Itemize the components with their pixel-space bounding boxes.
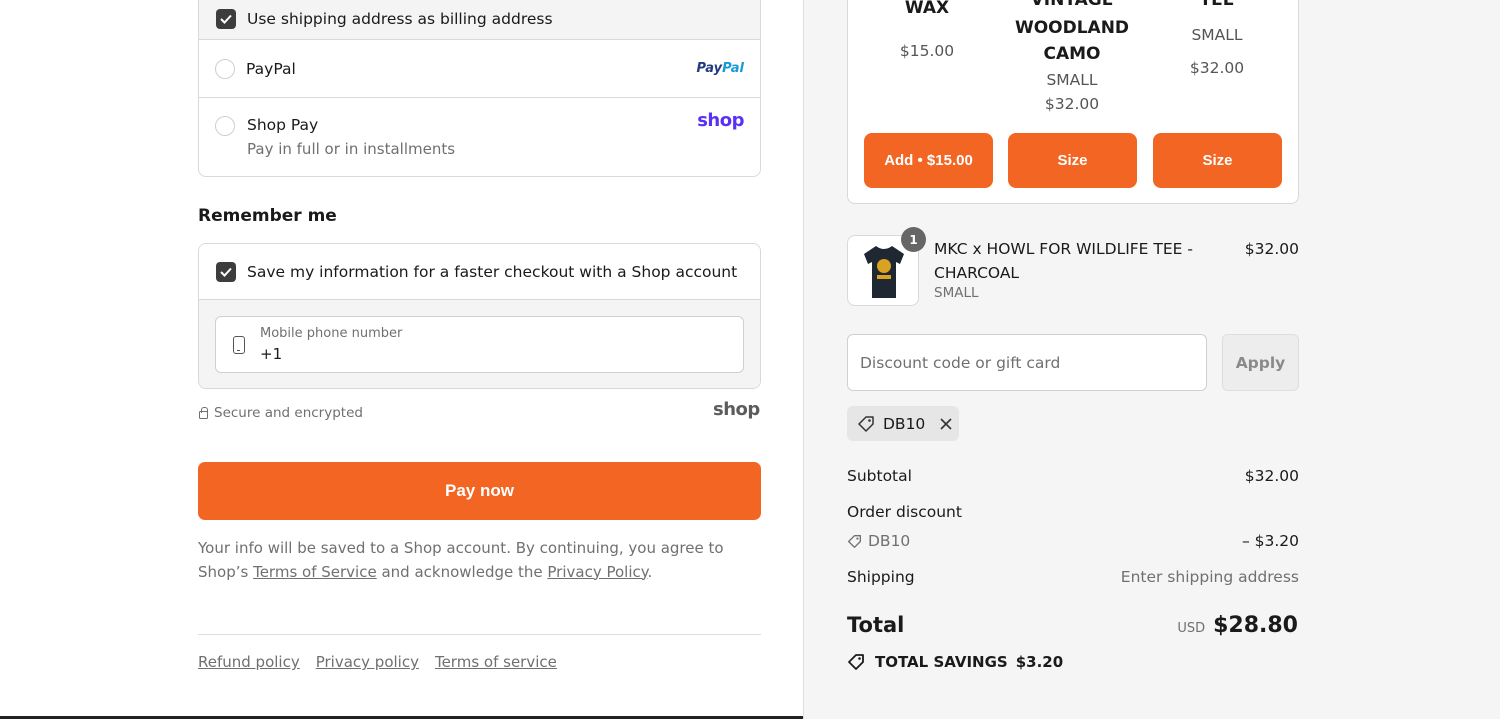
total-value: USD $28.80	[1177, 613, 1298, 638]
shoppay-label: Shop Pay	[247, 116, 319, 134]
shop-logo: shop	[713, 399, 760, 420]
discount-code-text: DB10	[868, 532, 911, 550]
billing-same-row[interactable]: Use shipping address as billing address	[199, 0, 760, 40]
savings-label: TOTAL SAVINGS	[875, 653, 1008, 671]
product-name: MKC x HOWL FOR WILDLIFE TEE - CHARCOAL	[934, 240, 1193, 282]
save-info-checkbox[interactable]	[216, 261, 236, 282]
order-discount-label: Order discount	[847, 503, 962, 521]
upsell-2-size-button[interactable]: Size	[1008, 133, 1137, 188]
secure-text: Secure and encrypted	[214, 405, 363, 421]
refund-policy-link[interactable]: Refund policy	[198, 653, 300, 671]
payment-methods: Use shipping address as billing address …	[198, 0, 761, 177]
upsell-2-name-2: WOODLAND	[1014, 18, 1130, 38]
upsell-carousel: WAX $15.00 Add • $15.00 VINTAGE WOODLAND…	[847, 0, 1299, 204]
pay-now-button[interactable]: Pay now	[198, 462, 761, 520]
total-amount: $28.80	[1213, 613, 1298, 638]
terms-text-3: .	[647, 562, 653, 581]
upsell-3-price: $32.00	[1189, 59, 1245, 77]
phone-label: Mobile phone number	[260, 326, 403, 341]
subtotal-row: Subtotal $32.00	[847, 467, 1299, 485]
discount-code-row: DB10 – $3.20	[847, 532, 1299, 550]
footer-links: Refund policy Privacy policy Terms of se…	[198, 653, 557, 671]
shoppay-radio[interactable]	[215, 116, 235, 136]
remember-me-title: Remember me	[198, 206, 337, 226]
discount-code-label: DB10	[847, 532, 910, 550]
payment-option-paypal[interactable]: PayPal PayPal	[199, 40, 760, 98]
product-variant: SMALL	[934, 285, 979, 301]
check-icon	[220, 14, 232, 24]
phone-icon	[233, 336, 245, 354]
billing-label: Use shipping address as billing address	[247, 10, 553, 28]
paypal-label: PayPal	[246, 59, 296, 78]
discount-code-input[interactable]: Discount code or gift card	[847, 334, 1207, 391]
shipping-value: Enter shipping address	[1120, 568, 1299, 586]
subtotal-label: Subtotal	[847, 467, 912, 485]
upsell-2-name-3: CAMO	[1043, 44, 1101, 64]
mobile-phone-input[interactable]: Mobile phone number +1	[215, 316, 744, 373]
checkout-main: Use shipping address as billing address …	[0, 0, 803, 719]
applied-discount-chip: DB10	[847, 406, 959, 441]
discount-value: – $3.20	[1241, 532, 1299, 550]
shipping-row: Shipping Enter shipping address	[847, 568, 1299, 586]
lock-icon	[199, 406, 208, 419]
remember-me-box: Save my information for a faster checkou…	[198, 243, 761, 389]
paypal-radio[interactable]	[215, 58, 235, 79]
shop-pay-logo: shop	[697, 110, 744, 131]
footer-divider	[198, 634, 761, 635]
save-info-label: Save my information for a faster checkou…	[247, 262, 738, 281]
tag-icon	[858, 415, 874, 432]
savings-value: $3.20	[1015, 653, 1064, 671]
upsell-3-variant: SMALL	[1191, 26, 1243, 44]
phone-area: Mobile phone number +1	[199, 300, 760, 388]
total-currency: USD	[1177, 621, 1206, 636]
payment-option-shoppay[interactable]: Shop Pay Pay in full or in installments …	[199, 98, 760, 176]
billing-checkbox[interactable]	[216, 9, 236, 29]
upsell-3-size-button[interactable]: Size	[1153, 133, 1282, 188]
upsell-1-add-button[interactable]: Add • $15.00	[864, 133, 993, 188]
upsell-2-variant: SMALL	[1046, 71, 1098, 89]
applied-discount-code: DB10	[883, 414, 926, 433]
subtotal-value: $32.00	[1244, 467, 1299, 485]
total-label: Total	[847, 613, 905, 637]
upsell-1-price: $15.00	[899, 42, 955, 60]
terms-text-2: and acknowledge the	[381, 562, 543, 581]
shoppay-sub: Pay in full or in installments	[247, 140, 456, 158]
close-icon[interactable]	[939, 417, 953, 431]
quantity-badge: 1	[901, 227, 926, 252]
secure-note: Secure and encrypted	[199, 405, 363, 421]
upsell-2-name-1: VINTAGE	[1030, 0, 1114, 10]
footer-privacy-link[interactable]: Privacy policy	[316, 653, 419, 671]
order-discount-row: Order discount	[847, 503, 1299, 521]
product-price: $32.00	[1244, 240, 1299, 258]
shipping-label: Shipping	[847, 568, 915, 586]
paypal-logo: PayPal	[697, 61, 744, 76]
check-icon	[220, 267, 232, 277]
savings-tag-icon	[848, 654, 864, 670]
tshirt-image	[864, 246, 904, 298]
terms-text: Your info will be saved to a Shop accoun…	[198, 537, 761, 584]
paypal-logo-b: Pal	[722, 61, 744, 76]
apply-discount-button[interactable]: Apply	[1222, 334, 1299, 391]
terms-of-service-link[interactable]: Terms of Service	[253, 563, 377, 581]
paypal-logo-a: Pay	[696, 61, 723, 76]
privacy-policy-link[interactable]: Privacy Policy	[547, 563, 647, 581]
save-info-row[interactable]: Save my information for a faster checkou…	[199, 244, 760, 300]
upsell-1-name: WAX	[904, 0, 950, 18]
footer-terms-link[interactable]: Terms of service	[435, 653, 557, 671]
phone-value[interactable]: +1	[260, 345, 282, 363]
tag-icon	[848, 534, 861, 548]
upsell-3-name: TEE	[1199, 0, 1235, 10]
order-summary: WAX $15.00 Add • $15.00 VINTAGE WOODLAND…	[803, 0, 1500, 719]
upsell-2-price: $32.00	[1044, 95, 1100, 113]
total-savings: TOTAL SAVINGS $3.20	[847, 653, 1063, 671]
